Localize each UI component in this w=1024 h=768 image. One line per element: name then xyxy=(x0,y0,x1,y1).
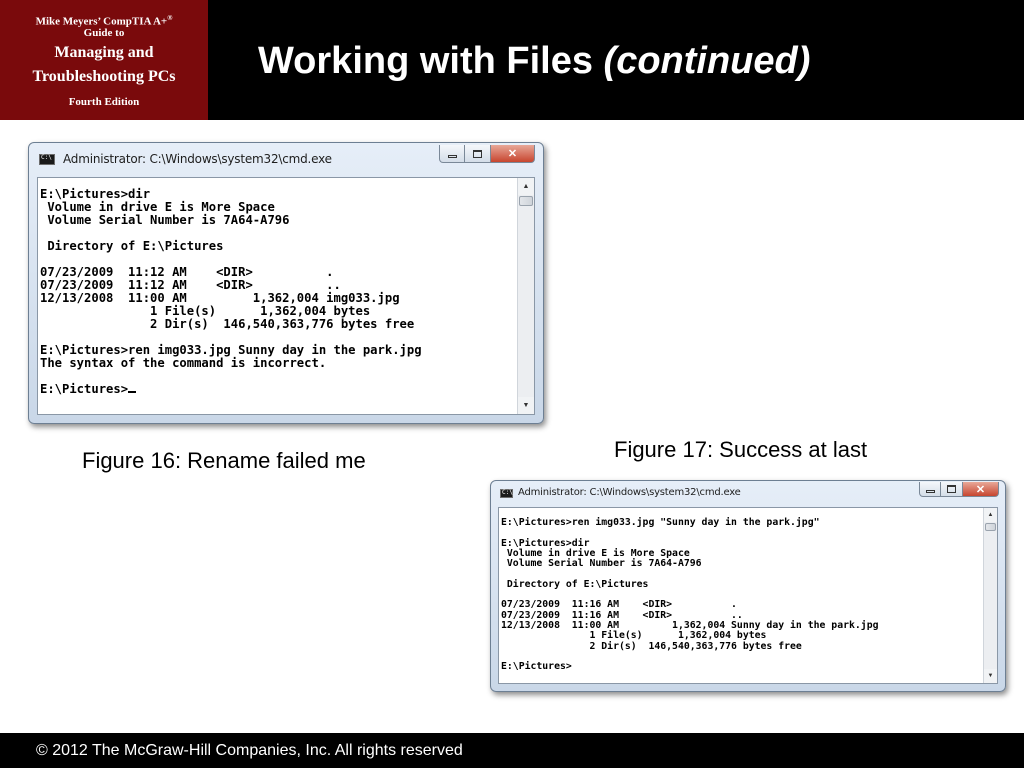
figure16-caption: Figure 16: Rename failed me xyxy=(82,448,366,473)
close-icon: ✕ xyxy=(507,148,518,160)
scroll-thumb[interactable] xyxy=(985,523,996,531)
maximize-icon xyxy=(473,149,482,158)
vertical-scrollbar[interactable]: ▲ ▼ xyxy=(517,178,534,414)
minimize-icon xyxy=(447,154,457,158)
scroll-down-button[interactable]: ▼ xyxy=(518,397,534,414)
console-prompt-line[interactable]: E:\Pictures> xyxy=(40,383,514,396)
scroll-up-arrow-icon: ▲ xyxy=(987,512,994,518)
copyright-notice: © 2012 The McGraw-Hill Companies, Inc. A… xyxy=(36,742,463,759)
minimize-button[interactable] xyxy=(919,482,941,497)
console-line: Volume Serial Number is 7A64-A796 xyxy=(501,558,702,570)
scroll-down-arrow-icon: ▼ xyxy=(522,402,530,409)
book-subtitle-line: Guide to xyxy=(83,27,125,39)
console-prompt-line[interactable]: E:\Pictures> xyxy=(501,661,977,672)
vertical-scrollbar[interactable]: ▲ ▼ xyxy=(983,508,997,683)
cmd-window-figure16[interactable]: Administrator: C:\Windows\system32\cmd.e… xyxy=(28,142,544,424)
close-button[interactable]: ✕ xyxy=(491,145,535,163)
scroll-down-button[interactable]: ▼ xyxy=(984,669,997,683)
cmd-window-figure17[interactable]: Administrator: C:\Windows\system32\cmd.e… xyxy=(490,480,1006,692)
close-button[interactable]: ✕ xyxy=(963,482,999,497)
console-line: E:\Pictures>ren img033.jpg "Sunny day in… xyxy=(501,517,820,528)
book-title-badge: Mike Meyers’ CompTIA A+® Guide to Managi… xyxy=(0,0,208,120)
console-prompt: E:\Pictures> xyxy=(40,382,129,396)
figure17-caption: Figure 17: Success at last xyxy=(614,437,868,462)
window-controls: ✕ xyxy=(439,145,535,163)
window-titlebar[interactable]: Administrator: C:\Windows\system32\cmd.e… xyxy=(29,143,543,173)
scroll-up-button[interactable]: ▲ xyxy=(984,508,997,522)
cmd-icon[interactable] xyxy=(39,154,55,165)
book-title-line-2: Troubleshooting PCs xyxy=(32,68,176,85)
console-line: 2 Dir(s) 146,540,363,776 bytes free xyxy=(40,317,415,331)
console-line: Directory of E:\Pictures xyxy=(40,239,224,253)
cmd-icon[interactable] xyxy=(500,489,513,498)
maximize-icon xyxy=(947,485,956,493)
text-cursor xyxy=(128,391,137,393)
slide-title-main: Working with Files xyxy=(258,40,604,82)
slide-title-continued: (continued) xyxy=(603,40,811,82)
slide-footer: © 2012 The McGraw-Hill Companies, Inc. A… xyxy=(0,733,1024,768)
registered-mark: ® xyxy=(167,14,173,22)
console-line: 2 Dir(s) 146,540,363,776 bytes free xyxy=(501,640,802,652)
maximize-button[interactable] xyxy=(941,482,963,497)
slide-header: Mike Meyers’ CompTIA A+® Guide to Managi… xyxy=(0,0,1024,120)
console-line: Volume Serial Number is 7A64-A796 xyxy=(40,213,290,227)
book-edition: Fourth Edition xyxy=(68,96,140,108)
close-icon: ✕ xyxy=(975,483,986,496)
scroll-thumb[interactable] xyxy=(519,196,533,206)
window-title: Administrator: C:\Windows\system32\cmd.e… xyxy=(518,487,741,498)
console-output[interactable]: E:\Pictures>ren img033.jpg "Sunny day in… xyxy=(498,507,998,684)
scroll-up-button[interactable]: ▲ xyxy=(518,178,534,195)
window-title: Administrator: C:\Windows\system32\cmd.e… xyxy=(63,152,332,166)
scroll-up-arrow-icon: ▲ xyxy=(522,183,530,190)
window-controls: ✕ xyxy=(919,482,999,497)
minimize-button[interactable] xyxy=(439,145,465,163)
window-titlebar[interactable]: Administrator: C:\Windows\system32\cmd.e… xyxy=(491,481,1005,505)
console-line: Directory of E:\Pictures xyxy=(501,578,649,590)
slide-title: Working with Files (continued) xyxy=(258,38,810,84)
console-lines: E:\Pictures>dir Volume in drive E is Mor… xyxy=(40,188,514,396)
book-title-line-1: Managing and xyxy=(54,44,154,61)
console-output[interactable]: E:\Pictures>dir Volume in drive E is Mor… xyxy=(37,177,535,415)
minimize-icon xyxy=(925,490,935,493)
console-line: The syntax of the command is incorrect. xyxy=(40,356,327,370)
scroll-down-arrow-icon: ▼ xyxy=(987,673,994,679)
maximize-button[interactable] xyxy=(465,145,491,163)
console-lines: E:\Pictures>ren img033.jpg "Sunny day in… xyxy=(501,517,977,672)
